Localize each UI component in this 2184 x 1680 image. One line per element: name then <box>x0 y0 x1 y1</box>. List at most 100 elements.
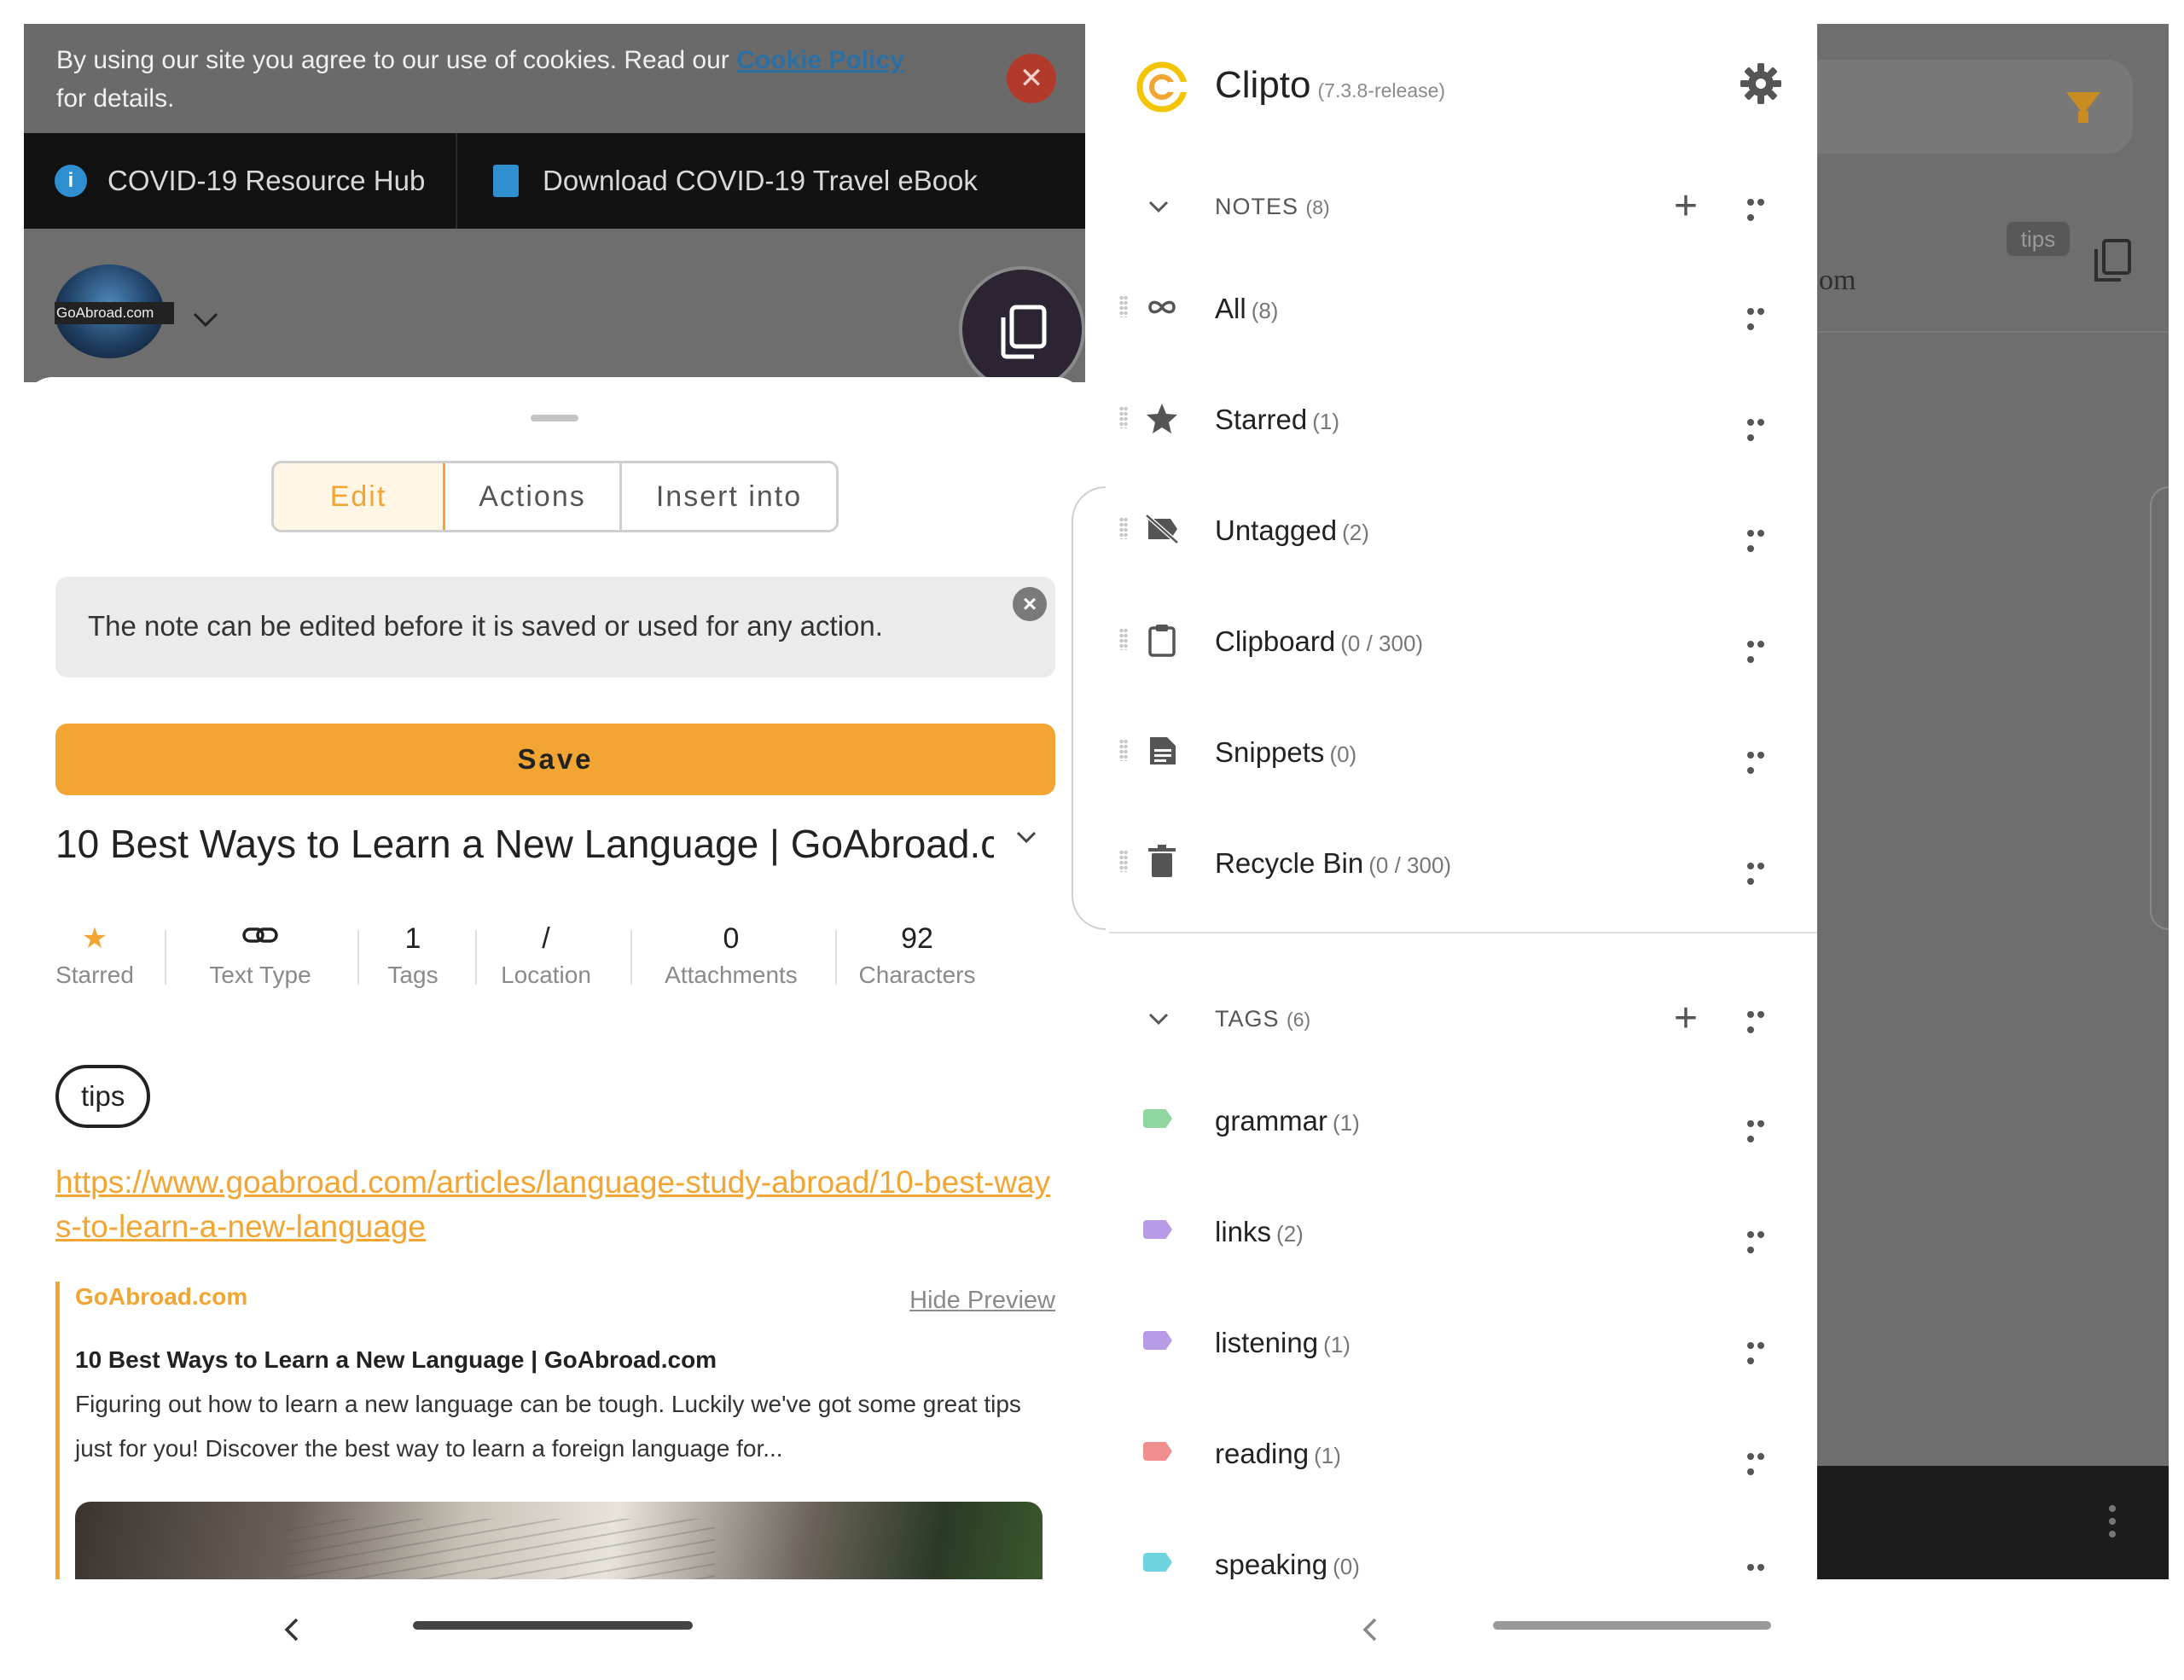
add-tag-button[interactable]: + <box>1674 998 1698 1039</box>
more-icon[interactable] <box>1747 415 1776 441</box>
tab-insert-into[interactable]: Insert into <box>619 463 836 530</box>
stat-label: Attachments <box>665 962 798 988</box>
drawer-item-recycle-bin[interactable]: Recycle Bin (0 / 300) <box>1109 821 1817 906</box>
divider <box>456 133 457 229</box>
stat-attachments[interactable]: 0 Attachments <box>648 918 815 991</box>
drawer-item-label: Snippets (0) <box>1215 736 1357 768</box>
preview-image <box>75 1502 1043 1579</box>
gear-icon[interactable] <box>1739 61 1783 106</box>
drawer-item-snippets[interactable]: Snippets (0) <box>1109 710 1817 795</box>
note-edit-sheet: Edit Actions Insert into The note can be… <box>24 377 1085 1579</box>
drag-handle-icon[interactable] <box>1119 295 1128 317</box>
item-count: (2) <box>1342 520 1369 545</box>
more-icon[interactable] <box>1747 1449 1776 1475</box>
stat-tags[interactable]: 1 Tags <box>375 918 451 991</box>
home-gesture-bar[interactable] <box>1493 1621 1771 1630</box>
more-icon[interactable] <box>1747 1227 1776 1253</box>
drawer-tag-listening[interactable]: listening (1) <box>1109 1300 1817 1386</box>
item-count: (0) <box>1333 1554 1360 1579</box>
note-url-link[interactable]: https://www.goabroad.com/articles/langua… <box>55 1160 1062 1249</box>
save-button[interactable]: Save <box>55 724 1055 795</box>
item-count: (1) <box>1333 1110 1360 1136</box>
more-icon[interactable] <box>1747 1560 1776 1571</box>
chevron-down-icon[interactable] <box>1145 193 1172 220</box>
stat-text-type[interactable]: Text Type <box>192 918 328 991</box>
tab-actions[interactable]: Actions <box>445 463 619 530</box>
tag-icon <box>1143 1553 1172 1572</box>
stat-value: 1 <box>404 922 421 955</box>
app-title: Clipto (7.3.8-release) <box>1215 60 1445 116</box>
back-icon[interactable] <box>1353 1613 1387 1647</box>
more-icon[interactable] <box>1747 526 1776 552</box>
drawer-item-label: Recycle Bin (0 / 300) <box>1215 847 1452 879</box>
stat-value: 0 <box>723 922 740 955</box>
covid-item-label: COVID-19 Resource Hub <box>107 165 426 196</box>
notes-count: (8) <box>1305 196 1330 218</box>
floating-copy-button[interactable] <box>959 266 1085 392</box>
tab-edit[interactable]: Edit <box>274 463 445 530</box>
more-icon[interactable] <box>1747 195 1776 221</box>
add-note-button[interactable]: + <box>1674 186 1698 227</box>
more-icon[interactable] <box>1747 637 1776 663</box>
clipto-logo-icon <box>1136 61 1189 113</box>
drawer-tag-reading[interactable]: reading (1) <box>1109 1411 1817 1497</box>
tags-header-label: TAGS (6) <box>1215 1006 1311 1032</box>
preview-title: 10 Best Ways to Learn a New Language | G… <box>75 1346 717 1373</box>
more-icon[interactable] <box>1747 304 1776 330</box>
drawer-tag-speaking[interactable]: speaking (0) <box>1109 1522 1817 1579</box>
cookie-policy-link[interactable]: Cookie Policy <box>736 46 904 74</box>
notes-section-header[interactable]: NOTES (8) + <box>1109 172 1817 241</box>
drawer-item-label: Starred (1) <box>1215 404 1339 435</box>
item-count: (1) <box>1314 1443 1341 1468</box>
stat-label: Characters <box>858 962 976 988</box>
home-gesture-bar[interactable] <box>413 1621 693 1630</box>
book-icon <box>493 165 519 197</box>
notes-header-label: NOTES (8) <box>1215 194 1330 219</box>
stat-characters[interactable]: 92 Characters <box>849 918 985 991</box>
drag-handle-icon[interactable] <box>1119 628 1128 650</box>
more-icon[interactable] <box>1747 747 1776 774</box>
stat-starred[interactable]: ★ Starred <box>55 918 134 991</box>
chevron-down-icon[interactable] <box>191 305 220 334</box>
cookie-close-button[interactable]: ✕ <box>1007 54 1056 103</box>
filter-icon-stem <box>2078 111 2088 123</box>
hide-preview-button[interactable]: Hide Preview <box>909 1287 1055 1315</box>
divider <box>165 930 166 985</box>
close-icon[interactable]: × <box>1013 587 1047 621</box>
drawer-tag-grammar[interactable]: grammar (1) <box>1109 1078 1817 1164</box>
drawer-item-starred[interactable]: Starred (1) <box>1109 377 1817 462</box>
covid-bar: i COVID-19 Resource Hub Download COVID-1… <box>24 133 1085 229</box>
drag-handle-icon[interactable] <box>1119 739 1128 761</box>
drag-handle-icon[interactable] <box>1119 517 1128 539</box>
divider <box>1817 331 2169 333</box>
tag-chip[interactable]: tips <box>55 1065 151 1128</box>
stat-label: Text Type <box>209 962 311 988</box>
chevron-down-icon[interactable] <box>1014 824 1039 850</box>
back-icon[interactable] <box>275 1613 309 1647</box>
covid-ebook-link[interactable]: Download COVID-19 Travel eBook <box>493 133 978 229</box>
drag-handle-icon[interactable] <box>1119 850 1128 872</box>
copy-icon <box>2094 239 2131 282</box>
more-icon[interactable] <box>1747 1116 1776 1142</box>
trash-icon <box>1148 845 1176 877</box>
drawer-tag-links[interactable]: links (2) <box>1109 1189 1817 1275</box>
drawer-item-label: listening (1) <box>1215 1327 1350 1358</box>
note-title[interactable]: 10 Best Ways to Learn a New Language | G… <box>55 814 994 874</box>
more-icon[interactable] <box>1747 858 1776 885</box>
mode-tabs: Edit Actions Insert into <box>271 461 839 532</box>
more-icon[interactable] <box>1747 1338 1776 1364</box>
drawer-item-untagged[interactable]: Untagged (2) <box>1109 488 1817 573</box>
more-icon[interactable] <box>1747 1007 1776 1033</box>
drawer-item-label: reading (1) <box>1215 1438 1341 1469</box>
covid-resource-hub-link[interactable]: i COVID-19 Resource Hub <box>55 133 425 229</box>
divider <box>1109 932 1817 933</box>
item-count: (2) <box>1276 1221 1304 1247</box>
tags-section-header[interactable]: TAGS (6) + <box>1109 985 1817 1053</box>
chevron-down-icon[interactable] <box>1145 1005 1172 1032</box>
stat-location[interactable]: / Location <box>491 918 601 991</box>
drawer-item-clipboard[interactable]: Clipboard (0 / 300) <box>1109 599 1817 684</box>
info-icon: i <box>55 165 87 197</box>
drag-handle-icon[interactable] <box>1119 406 1128 428</box>
sheet-drag-handle[interactable] <box>531 415 578 421</box>
drawer-item-all[interactable]: All (8) <box>1109 266 1817 352</box>
